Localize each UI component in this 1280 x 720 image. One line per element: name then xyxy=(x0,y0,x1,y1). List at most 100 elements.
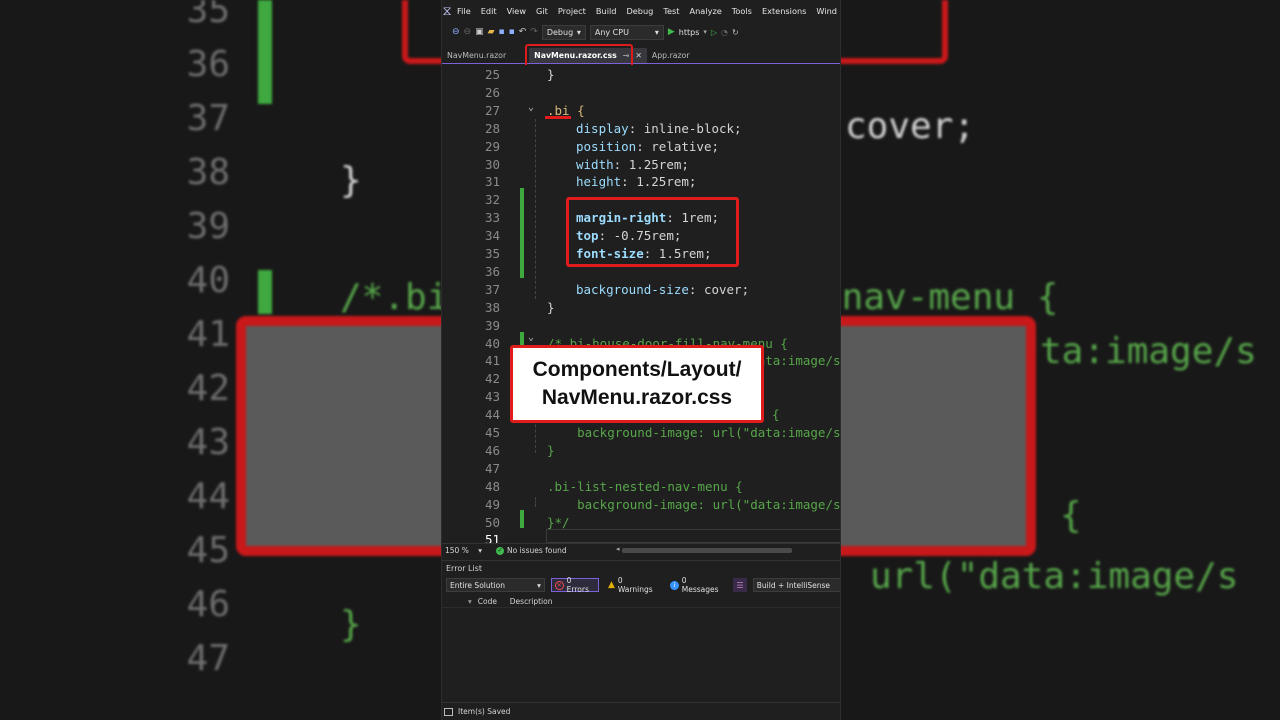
issues-indicator[interactable]: ✓ No issues found xyxy=(496,546,567,555)
code-text: .bi-list-nested-nav-menu { xyxy=(547,478,743,494)
css-property: display xyxy=(576,120,629,136)
menu-item-project[interactable]: Project xyxy=(553,6,591,16)
platform-dropdown[interactable]: Any CPU ▾ xyxy=(589,24,664,40)
line-number: 43 xyxy=(484,389,500,405)
back-icon[interactable]: ⊖ xyxy=(452,27,460,37)
bg-line-number: 35 xyxy=(186,0,230,31)
code-text: background-image: url("data:image/s xyxy=(547,496,841,512)
scope-value: Entire Solution xyxy=(450,580,505,590)
line-number: 38 xyxy=(484,299,500,315)
bg-line-number: 40 xyxy=(186,260,230,301)
line-number: 41 xyxy=(484,353,500,369)
attach-icon[interactable]: ◔ xyxy=(721,28,728,37)
change-bar xyxy=(520,332,524,346)
bg-code: /*.bi xyxy=(340,277,449,318)
messages-filter-button[interactable]: i 0 Messages xyxy=(667,576,727,594)
code-editor[interactable]: ⌄ ⌄ 25} 26 27 .bi {28 display: inline-block;… xyxy=(442,65,841,543)
document-tabs: NavMenu.razor NavMenu.razor.css ⊸ ✕ App.… xyxy=(442,48,840,64)
css-value: 1.25rem; xyxy=(636,174,697,190)
colon: : xyxy=(636,138,652,154)
save-all-icon[interactable]: ▪ xyxy=(509,27,515,37)
code-text: { xyxy=(772,407,780,423)
menu-item-file[interactable]: File xyxy=(452,6,476,16)
refresh-icon[interactable]: ↻ xyxy=(732,28,739,37)
platform-value: Any CPU xyxy=(594,27,629,37)
current-line-indicator xyxy=(546,529,840,543)
fold-chevron-icon[interactable]: ⌄ xyxy=(528,332,534,343)
errors-filter-button[interactable]: ✕ 0 Errors xyxy=(550,576,599,594)
bg-line-number: 47 xyxy=(186,638,230,679)
close-icon[interactable]: ✕ xyxy=(635,51,642,60)
line-number: 48 xyxy=(484,478,500,494)
css-property: width xyxy=(576,156,614,172)
warnings-filter-button[interactable]: ▲ 0 Warnings xyxy=(605,576,661,594)
menu-item-build[interactable]: Build xyxy=(591,6,622,16)
scroll-left-icon[interactable]: ◂ xyxy=(616,545,620,553)
visual-studio-logo-icon[interactable]: ⧖ xyxy=(442,0,452,22)
colon: : xyxy=(621,174,637,190)
new-item-icon[interactable]: ▣ xyxy=(475,27,484,37)
save-icon[interactable]: ▪ xyxy=(499,27,505,37)
line-number: 35 xyxy=(484,246,500,261)
bg-line-number: 44 xyxy=(186,476,230,517)
start-debug-icon[interactable]: ▶ xyxy=(668,27,675,37)
tab-app-razor[interactable]: App.razor xyxy=(647,48,695,63)
panel-title: Error List xyxy=(446,564,483,573)
code-line: position: relative; xyxy=(576,138,719,156)
bg-line-number: 42 xyxy=(186,368,230,409)
tab-navmenu-razor[interactable]: NavMenu.razor xyxy=(442,48,511,63)
menu-item-analyze[interactable]: Analyze xyxy=(685,6,727,16)
bg-line-number: 36 xyxy=(186,44,230,85)
bg-line-number: 38 xyxy=(186,152,230,193)
menu-item-extensions[interactable]: Extensions xyxy=(757,6,811,16)
error-icon: ✕ xyxy=(554,580,564,590)
line-number: 49 xyxy=(484,496,500,512)
line-number: 37 xyxy=(484,281,500,297)
menu-item-git[interactable]: Git xyxy=(531,6,553,16)
callout-line: NavMenu.razor.css xyxy=(541,386,733,409)
line-number: 44 xyxy=(484,407,500,423)
change-bar xyxy=(520,510,524,528)
build-filter-dropdown[interactable]: Build + IntelliSense xyxy=(752,578,840,592)
configuration-value: Debug xyxy=(546,27,574,37)
line-number: 26 xyxy=(484,84,500,100)
column-header-description[interactable]: Description xyxy=(510,597,553,606)
redo-icon[interactable]: ↷ xyxy=(530,27,538,37)
start-without-debug-icon[interactable]: ▷ xyxy=(711,28,717,37)
bg-code: } xyxy=(340,160,362,201)
menu-item-edit[interactable]: Edit xyxy=(476,6,502,16)
menu-item-wind[interactable]: Wind xyxy=(811,6,840,16)
menu-item-tools[interactable]: Tools xyxy=(727,6,757,16)
chevron-down-icon[interactable]: ▾ xyxy=(703,28,707,36)
undo-icon[interactable]: ↶ xyxy=(519,27,527,37)
menu-item-view[interactable]: View xyxy=(502,6,531,16)
line-number: 45 xyxy=(484,425,500,440)
bg-line-number: 45 xyxy=(186,530,230,571)
css-property: background-size xyxy=(576,281,689,297)
configuration-dropdown[interactable]: Debug ▾ xyxy=(541,24,586,40)
menu-items: File Edit View Git Project Build Debug Test Anal… xyxy=(452,6,840,16)
code-line: } xyxy=(547,66,555,84)
menu-item-test[interactable]: Test xyxy=(658,6,684,16)
file-path-callout: Components/Layout/ NavMenu.razor.css xyxy=(510,345,764,423)
colon: : xyxy=(628,120,644,136)
open-folder-icon[interactable]: ▰ xyxy=(488,27,495,37)
run-target-button[interactable]: https xyxy=(679,28,700,37)
horizontal-scrollbar[interactable] xyxy=(622,548,792,553)
zoom-dropdown[interactable]: 150 % ▾ xyxy=(442,546,486,555)
line-number: 30 xyxy=(484,156,500,172)
bg-code: { xyxy=(1060,495,1082,536)
callout-line: Components/Layout/ xyxy=(532,358,742,381)
menu-item-debug[interactable]: Debug xyxy=(621,6,658,16)
bg-line-number: 43 xyxy=(186,422,230,463)
code-text: }*/ xyxy=(547,514,570,530)
fold-chevron-icon[interactable]: ⌄ xyxy=(528,102,534,113)
forward-icon[interactable]: ⊖ xyxy=(464,27,472,37)
scope-dropdown[interactable]: Entire Solution ▾ xyxy=(446,578,545,592)
filter-icon[interactable]: ☰ xyxy=(733,578,747,592)
column-header-code[interactable]: Code xyxy=(478,597,510,606)
line-number: 31 xyxy=(484,174,500,190)
bg-change-bar xyxy=(258,270,272,314)
sort-icon[interactable]: ▾ xyxy=(468,597,472,606)
line-number: 33 xyxy=(484,210,500,226)
